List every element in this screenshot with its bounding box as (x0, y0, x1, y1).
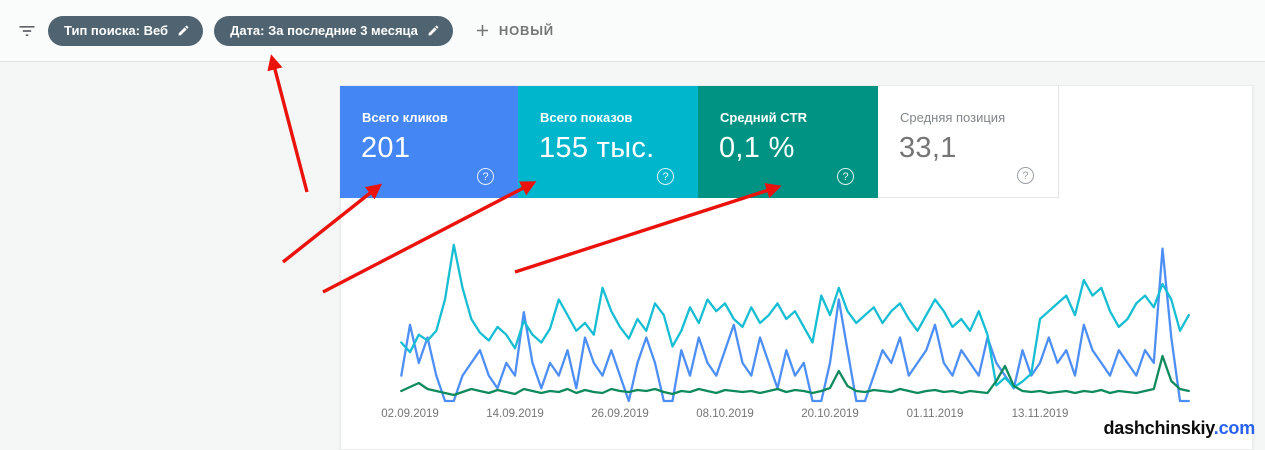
chip-search-type[interactable]: Тип поиска: Веб (48, 15, 204, 46)
x-axis-label: 20.10.2019 (801, 408, 859, 420)
card-average-ctr-value: 0,1 % (719, 132, 795, 164)
search-console-screen: Тип поиска: Веб Дата: За последние 3 мес… (0, 0, 1265, 450)
card-total-clicks[interactable]: Всего кликов 201 ? (340, 86, 518, 198)
x-axis-label: 13.11.2019 (1011, 408, 1069, 420)
help-question-icon[interactable]: ? (657, 168, 674, 185)
x-axis-label: 01.11.2019 (906, 408, 964, 420)
new-filter-label: НОВЫЙ (498, 23, 554, 38)
help-question-icon[interactable]: ? (477, 168, 494, 185)
card-total-clicks-value: 201 (361, 132, 411, 164)
card-total-impressions-label: Всего показов (540, 110, 633, 125)
card-average-ctr[interactable]: Средний CTR 0,1 % ? (698, 86, 878, 198)
watermark: dashchinskiy.com (1103, 418, 1255, 439)
card-average-position-label: Средняя позиция (900, 110, 1006, 125)
new-filter-button[interactable]: НОВЫЙ (473, 21, 554, 40)
card-average-position-value: 33,1 (899, 132, 957, 164)
annotation-arrow-date-filter-chip (267, 54, 309, 193)
metric-cards-row: Всего кликов 201 ? Всего показов 155 тыс… (340, 86, 1252, 198)
pencil-edit-icon (178, 25, 189, 36)
card-average-ctr-label: Средний CTR (720, 110, 807, 125)
filter-list-icon[interactable] (10, 14, 44, 48)
plus-icon (476, 24, 488, 37)
pencil-edit-icon (428, 25, 439, 36)
performance-panel: Всего кликов 201 ? Всего показов 155 тыс… (340, 85, 1253, 450)
topbar: Тип поиска: Веб Дата: За последние 3 мес… (0, 0, 1265, 62)
chip-search-type-label: Тип поиска: Веб (64, 23, 169, 38)
chart-canvas (400, 243, 1190, 403)
x-axis-label: 08.10.2019 (696, 408, 754, 420)
x-axis-label: 02.09.2019 (381, 408, 439, 420)
performance-chart[interactable] (361, 231, 1231, 406)
filter-list-glyph (19, 25, 35, 36)
card-total-impressions-value: 155 тыс. (539, 132, 655, 164)
help-question-icon[interactable]: ? (1017, 167, 1034, 184)
card-total-clicks-label: Всего кликов (362, 110, 448, 125)
x-axis-label: 26.09.2019 (591, 408, 649, 420)
watermark-tld: .com (1213, 418, 1255, 438)
card-average-position[interactable]: Средняя позиция 33,1 ? (878, 86, 1059, 198)
watermark-name: dashchinskiy (1103, 418, 1214, 438)
chip-date-filter-label: Дата: За последние 3 месяца (230, 23, 418, 38)
help-question-icon[interactable]: ? (837, 168, 854, 185)
x-axis-label: 14.09.2019 (486, 408, 544, 420)
card-total-impressions[interactable]: Всего показов 155 тыс. ? (518, 86, 698, 198)
chip-date-filter[interactable]: Дата: За последние 3 месяца (214, 15, 453, 46)
chart-line-clicks (400, 247, 1190, 403)
